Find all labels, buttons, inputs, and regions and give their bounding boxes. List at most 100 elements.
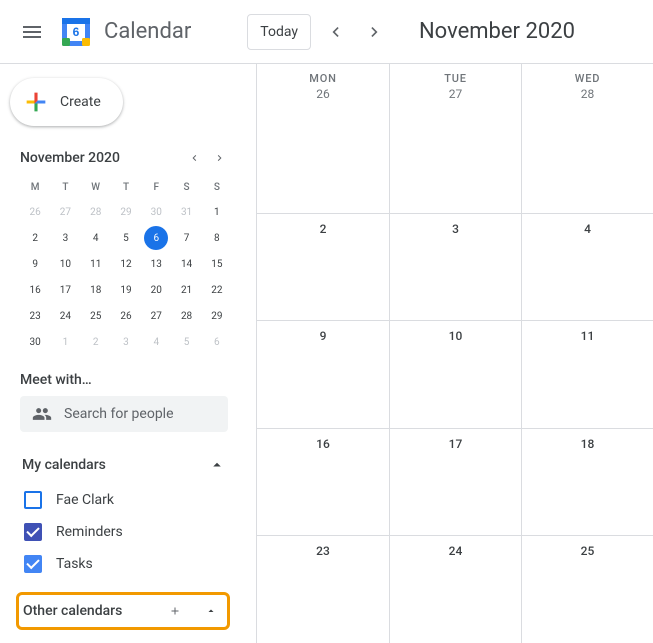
mini-cal-day[interactable]: 17 bbox=[50, 278, 80, 302]
mini-cal-day[interactable]: 6 bbox=[141, 226, 171, 250]
search-people-input[interactable]: Search for people bbox=[20, 396, 228, 432]
grid-day-number: 10 bbox=[390, 329, 521, 343]
mini-cal-day[interactable]: 25 bbox=[81, 304, 111, 328]
mini-cal-day[interactable]: 27 bbox=[141, 304, 171, 328]
mini-cal-day[interactable]: 10 bbox=[50, 252, 80, 276]
grid-day-cell[interactable] bbox=[521, 105, 653, 213]
mini-cal-day[interactable]: 19 bbox=[111, 278, 141, 302]
mini-cal-day[interactable]: 3 bbox=[50, 226, 80, 250]
mini-cal-day[interactable]: 9 bbox=[20, 252, 50, 276]
grid-day-cell[interactable]: 24 bbox=[389, 535, 521, 643]
other-calendars-toggle[interactable] bbox=[199, 599, 223, 623]
mini-cal-day[interactable]: 30 bbox=[20, 330, 50, 354]
mini-cal-day[interactable]: 31 bbox=[171, 200, 201, 224]
mini-cal-day[interactable]: 18 bbox=[81, 278, 111, 302]
mini-cal-day[interactable]: 29 bbox=[111, 200, 141, 224]
grid-day-cell[interactable]: 16 bbox=[257, 428, 389, 536]
grid-header-daynum: 28 bbox=[522, 87, 653, 101]
mini-cal-day[interactable]: 23 bbox=[20, 304, 50, 328]
mini-cal-next-button[interactable] bbox=[208, 146, 232, 170]
mini-calendar: November 2020 MTWTFSS2627282930311234567… bbox=[20, 146, 232, 354]
mini-cal-day[interactable]: 4 bbox=[141, 330, 171, 354]
mini-cal-day[interactable]: 16 bbox=[20, 278, 50, 302]
chevron-right-icon bbox=[214, 150, 226, 166]
sidebar: Create November 2020 MTWTFSS2627282930 bbox=[0, 64, 256, 643]
mini-cal-day[interactable]: 3 bbox=[111, 330, 141, 354]
mini-cal-day[interactable]: 20 bbox=[141, 278, 171, 302]
mini-cal-day[interactable]: 8 bbox=[202, 226, 232, 250]
calendar-grid: MON26TUE27WED28 23491011161718232425 bbox=[256, 64, 653, 643]
grid-day-number: 4 bbox=[522, 222, 653, 236]
mini-cal-day[interactable]: 2 bbox=[20, 226, 50, 250]
mini-cal-prev-button[interactable] bbox=[182, 146, 206, 170]
grid-day-number: 9 bbox=[257, 329, 389, 343]
plus-icon bbox=[169, 601, 181, 621]
grid-day-cell[interactable]: 25 bbox=[521, 535, 653, 643]
add-other-calendar-button[interactable] bbox=[163, 599, 187, 623]
grid-header-daynum: 27 bbox=[390, 87, 521, 101]
chevron-right-icon bbox=[365, 22, 385, 42]
app-title: Calendar bbox=[104, 19, 191, 44]
grid-day-cell[interactable]: 23 bbox=[257, 535, 389, 643]
grid-day-cell[interactable]: 2 bbox=[257, 213, 389, 321]
mini-cal-dow: F bbox=[141, 178, 171, 198]
mini-cal-day[interactable]: 22 bbox=[202, 278, 232, 302]
grid-day-cell[interactable]: 4 bbox=[521, 213, 653, 321]
mini-cal-day[interactable]: 4 bbox=[81, 226, 111, 250]
prev-period-button[interactable] bbox=[319, 16, 351, 48]
mini-cal-day[interactable]: 29 bbox=[202, 304, 232, 328]
mini-cal-dow: S bbox=[171, 178, 201, 198]
mini-cal-day[interactable]: 2 bbox=[81, 330, 111, 354]
chevron-left-icon bbox=[325, 22, 345, 42]
other-calendars-highlight: Other calendars bbox=[16, 592, 230, 630]
mini-cal-day[interactable]: 28 bbox=[171, 304, 201, 328]
mini-cal-day[interactable]: 27 bbox=[50, 200, 80, 224]
mini-cal-day[interactable]: 1 bbox=[50, 330, 80, 354]
next-period-button[interactable] bbox=[359, 16, 391, 48]
grid-day-number: 11 bbox=[522, 329, 653, 343]
today-button[interactable]: Today bbox=[247, 14, 311, 50]
mini-cal-day[interactable]: 24 bbox=[50, 304, 80, 328]
mini-cal-day[interactable]: 1 bbox=[202, 200, 232, 224]
mini-cal-day[interactable]: 15 bbox=[202, 252, 232, 276]
mini-cal-day[interactable]: 12 bbox=[111, 252, 141, 276]
grid-day-cell[interactable]: 10 bbox=[389, 320, 521, 428]
create-button-label: Create bbox=[60, 94, 101, 110]
mini-cal-dow: T bbox=[111, 178, 141, 198]
grid-day-cell[interactable]: 17 bbox=[389, 428, 521, 536]
grid-day-number: 18 bbox=[522, 437, 653, 451]
calendar-checkbox[interactable] bbox=[24, 555, 42, 573]
mini-cal-dow: T bbox=[50, 178, 80, 198]
grid-day-cell[interactable]: 18 bbox=[521, 428, 653, 536]
grid-day-cell[interactable]: 3 bbox=[389, 213, 521, 321]
app-header: 6 Calendar Today November 2020 bbox=[0, 0, 653, 64]
grid-dow-label: TUE bbox=[390, 72, 521, 85]
grid-day-cell[interactable]: 9 bbox=[257, 320, 389, 428]
mini-cal-day[interactable]: 5 bbox=[171, 330, 201, 354]
calendar-list-item[interactable]: Fae Clark bbox=[20, 484, 228, 516]
grid-day-number: 3 bbox=[390, 222, 521, 236]
mini-cal-day[interactable]: 30 bbox=[141, 200, 171, 224]
create-event-button[interactable]: Create bbox=[10, 78, 123, 126]
my-calendars-toggle[interactable]: My calendars bbox=[20, 450, 228, 480]
mini-cal-day[interactable]: 11 bbox=[81, 252, 111, 276]
calendar-checkbox[interactable] bbox=[24, 523, 42, 541]
mini-cal-day[interactable]: 7 bbox=[171, 226, 201, 250]
mini-cal-day[interactable]: 28 bbox=[81, 200, 111, 224]
calendar-checkbox[interactable] bbox=[24, 491, 42, 509]
grid-day-cell[interactable]: 11 bbox=[521, 320, 653, 428]
grid-day-cell[interactable] bbox=[257, 105, 389, 213]
mini-cal-day[interactable]: 26 bbox=[111, 304, 141, 328]
mini-cal-day[interactable]: 26 bbox=[20, 200, 50, 224]
calendar-list-item[interactable]: Reminders bbox=[20, 516, 228, 548]
calendar-list-item[interactable]: Tasks bbox=[20, 548, 228, 580]
mini-cal-day[interactable]: 6 bbox=[202, 330, 232, 354]
grid-day-cell[interactable] bbox=[389, 105, 521, 213]
mini-cal-day[interactable]: 14 bbox=[171, 252, 201, 276]
mini-cal-day[interactable]: 13 bbox=[141, 252, 171, 276]
main-menu-button[interactable] bbox=[8, 8, 56, 56]
hamburger-icon bbox=[20, 20, 44, 44]
chevron-up-icon bbox=[208, 456, 226, 474]
mini-cal-day[interactable]: 5 bbox=[111, 226, 141, 250]
mini-cal-day[interactable]: 21 bbox=[171, 278, 201, 302]
